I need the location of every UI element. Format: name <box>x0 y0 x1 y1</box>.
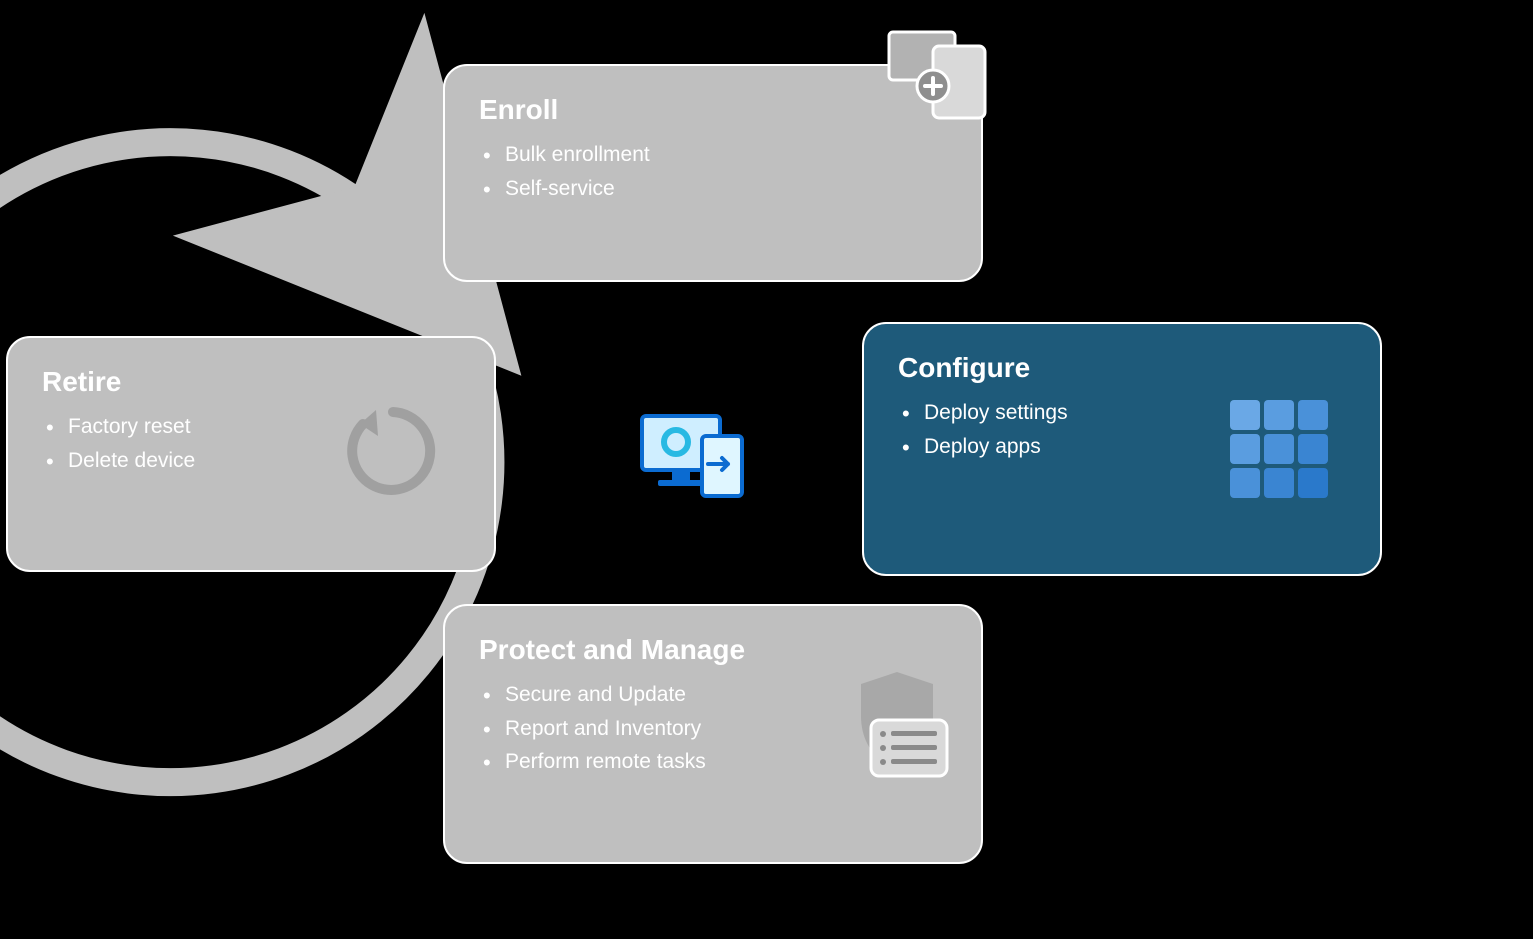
protect-title: Protect and Manage <box>479 634 947 666</box>
enroll-items: Bulk enrollment Self-service <box>479 138 947 205</box>
enroll-item: Bulk enrollment <box>483 138 947 172</box>
configure-title: Configure <box>898 352 1346 384</box>
reset-cycle-icon <box>338 396 448 506</box>
enroll-item: Self-service <box>483 172 947 206</box>
enroll-title: Enroll <box>479 94 947 126</box>
retire-title: Retire <box>42 366 460 398</box>
protect-card: Protect and Manage Secure and Update Rep… <box>443 604 983 864</box>
retire-card: Retire Factory reset Delete device <box>6 336 496 572</box>
devices-add-icon <box>881 26 991 136</box>
grid-apps-icon <box>1230 400 1340 510</box>
configure-card: Configure Deploy settings Deploy apps <box>862 322 1382 576</box>
device-management-icon <box>632 408 752 504</box>
shield-list-icon <box>837 666 947 776</box>
enroll-card: Enroll Bulk enrollment Self-service <box>443 64 983 282</box>
